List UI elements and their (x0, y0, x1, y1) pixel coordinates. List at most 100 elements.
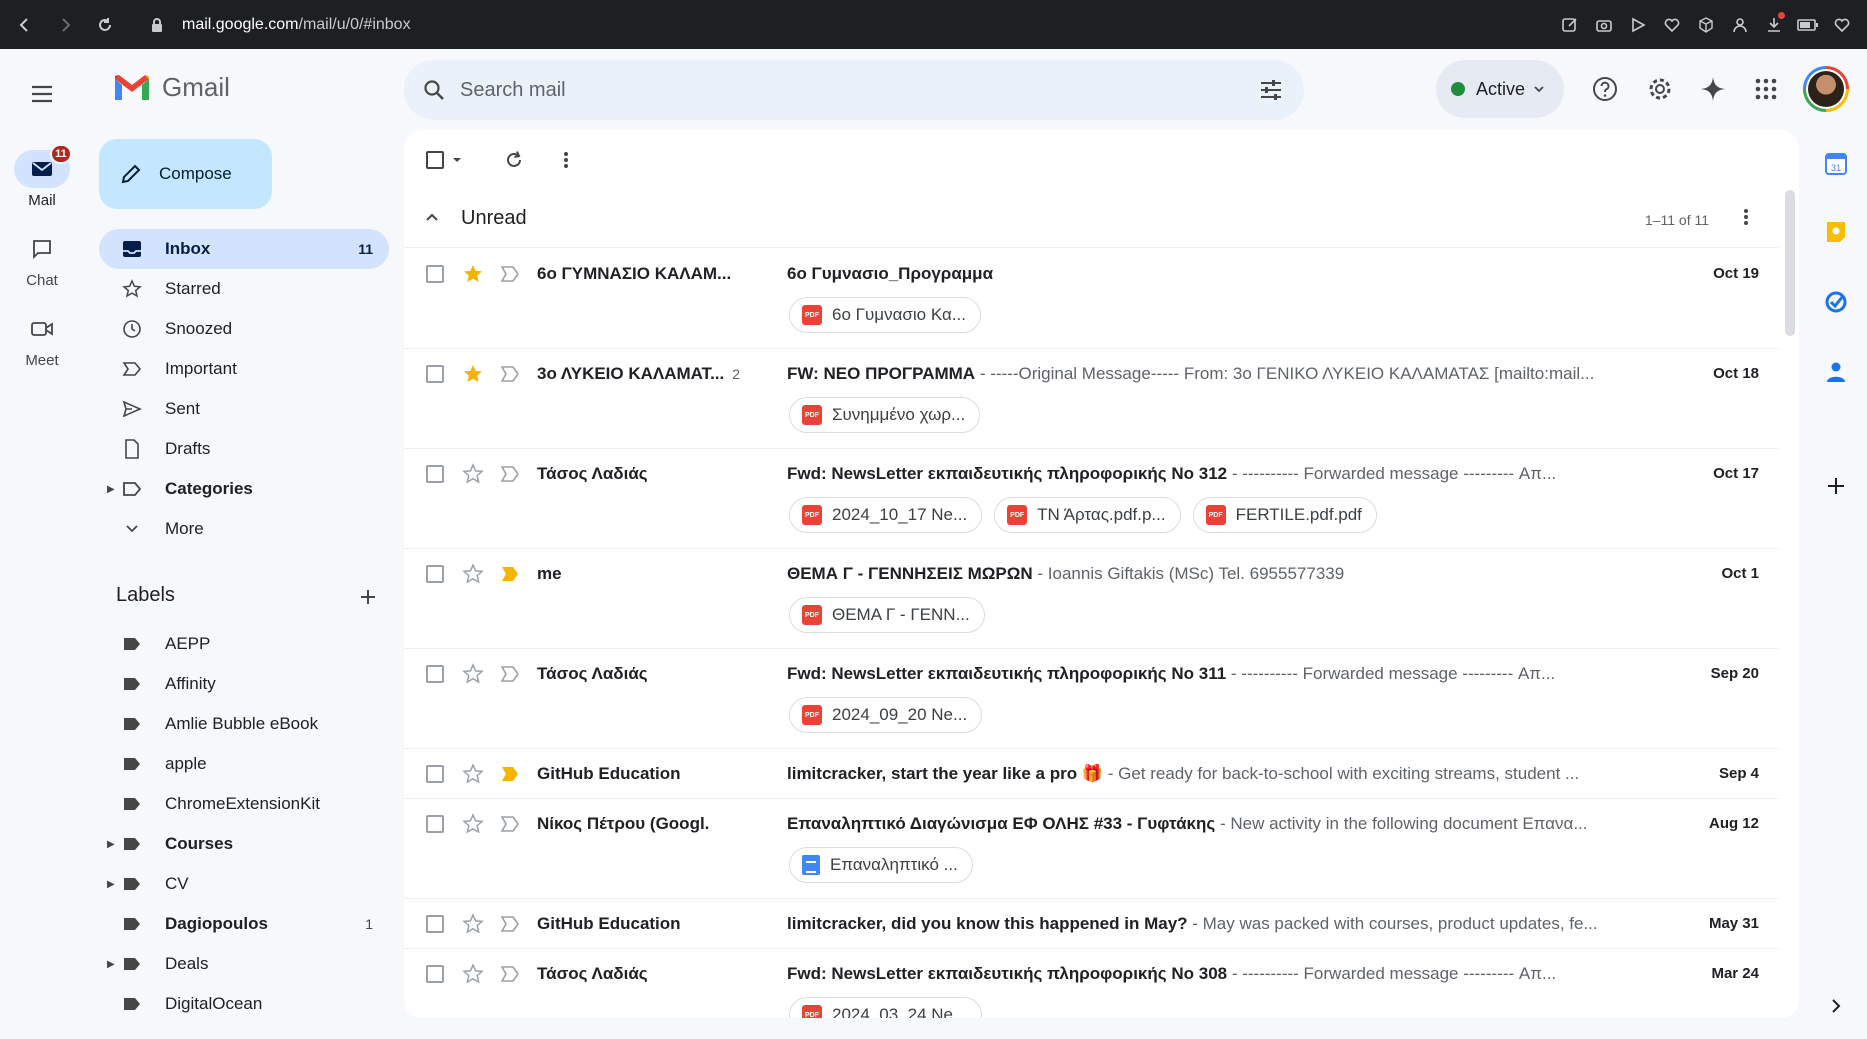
row-checkbox[interactable] (426, 915, 444, 933)
unread-section-header[interactable]: Unread 1–11 of 11 (404, 190, 1779, 248)
status-button[interactable]: Active (1436, 60, 1564, 118)
attachment-chip[interactable]: PDF ΤΝ Άρτας.pdf.p... (994, 497, 1181, 533)
star-outline-icon[interactable] (462, 913, 484, 935)
forward-button[interactable] (50, 10, 80, 40)
get-addons-button[interactable] (1822, 472, 1850, 500)
create-label-button[interactable] (355, 584, 381, 610)
tasks-button[interactable] (1822, 288, 1850, 316)
browser-menu-button[interactable] (1831, 14, 1853, 36)
edit-page-button[interactable] (1559, 14, 1581, 36)
sidebar-item-important[interactable]: Important (99, 349, 389, 389)
star-filled-icon[interactable] (462, 363, 484, 385)
rail-item-mail[interactable]: 11 Mail (0, 144, 84, 209)
email-row[interactable]: Νίκος Πέτρου (Googl. Επαναληπτικό Διαγών… (404, 799, 1779, 899)
star-outline-icon[interactable] (462, 463, 484, 485)
email-row[interactable]: 3ο ΛΥΚΕΙΟ ΚΑΛΑΜΑΤ... 2 FW: ΝΕΟ ΠΡΟΓΡΑΜΜΑ … (404, 349, 1779, 449)
search-bar[interactable] (404, 60, 1304, 120)
important-marker-icon[interactable] (500, 915, 520, 933)
downloads-button[interactable] (1763, 11, 1785, 36)
star-outline-icon[interactable] (462, 563, 484, 585)
more-actions-button[interactable] (554, 148, 578, 172)
star-outline-icon[interactable] (462, 813, 484, 835)
row-checkbox[interactable] (426, 265, 444, 283)
rail-pill-meet[interactable] (14, 310, 70, 348)
refresh-button[interactable] (502, 148, 526, 172)
account-avatar[interactable] (1803, 66, 1849, 112)
attachment-chip[interactable]: PDF ΘΕΜΑ Γ - ΓΕΝΝ... (789, 597, 985, 633)
search-input[interactable] (460, 78, 1240, 102)
star-outline-icon[interactable] (462, 663, 484, 685)
important-marker-icon[interactable] (500, 465, 520, 483)
back-button[interactable] (10, 10, 40, 40)
expand-caret-icon[interactable]: ▶ (107, 959, 115, 970)
email-row[interactable]: GitHub Education limitcracker, did you k… (404, 899, 1779, 949)
profile-button[interactable] (1729, 14, 1751, 36)
expand-panel-button[interactable] (1822, 992, 1850, 1020)
section-options-button[interactable] (1743, 208, 1749, 231)
attachment-chip[interactable]: PDF Συνημμένο χωρ... (789, 397, 981, 433)
label-item-apple[interactable]: apple (99, 744, 389, 784)
search-icon[interactable] (422, 78, 446, 102)
important-marker-icon[interactable] (500, 965, 520, 983)
email-row[interactable]: Τάσος Λαδιάς Fwd: NewsLetter εκπαιδευτικ… (404, 649, 1779, 749)
label-item-dagiopoulos[interactable]: Dagiopoulos 1 (99, 904, 389, 944)
star-outline-icon[interactable] (462, 963, 484, 985)
attachment-chip[interactable]: PDF 2024_03_24 Ne... (789, 997, 983, 1018)
gmail-logo[interactable]: Gmail (112, 72, 230, 103)
star-outline-icon[interactable] (462, 763, 484, 785)
label-item-cv[interactable]: ▶ CV (99, 864, 389, 904)
attachment-chip[interactable]: PDF 2024_10_17 Ne... (789, 497, 983, 533)
label-item-aepp[interactable]: AEPP (99, 624, 389, 664)
screenshot-button[interactable] (1593, 14, 1615, 36)
rail-pill-chat[interactable] (14, 230, 70, 268)
row-checkbox[interactable] (426, 965, 444, 983)
star-filled-icon[interactable] (462, 263, 484, 285)
label-item-digitalocean[interactable]: DigitalOcean (99, 984, 389, 1024)
settings-button[interactable] (1644, 73, 1676, 105)
label-item-amlie-bubble-ebook[interactable]: Amlie Bubble eBook (99, 704, 389, 744)
label-item-courses[interactable]: ▶ Courses (99, 824, 389, 864)
reload-button[interactable] (90, 10, 120, 40)
important-marker-filled-icon[interactable] (500, 565, 520, 583)
email-row[interactable]: 6ο ΓΥΜΝΑΣΙΟ ΚΑΛΑΜ... 6ο Γυμνασιο_Προγραμ… (404, 249, 1779, 349)
sidebar-item-starred[interactable]: Starred (99, 269, 389, 309)
select-all-checkbox[interactable] (426, 148, 462, 172)
collapse-section-button[interactable] (424, 210, 440, 228)
compose-button[interactable]: Compose (99, 139, 272, 209)
sidebar-item-inbox[interactable]: Inbox 11 (99, 229, 389, 269)
contacts-button[interactable] (1822, 358, 1850, 386)
extensions-button[interactable] (1695, 14, 1717, 36)
label-item-chromeextensionkit[interactable]: ChromeExtensionKit (99, 784, 389, 824)
attachment-chip[interactable]: PDF FERTILE.pdf.pdf (1192, 497, 1377, 533)
important-marker-filled-icon[interactable] (500, 765, 520, 783)
main-menu-button[interactable] (24, 76, 60, 112)
email-row[interactable]: Τάσος Λαδιάς Fwd: NewsLetter εκπαιδευτικ… (404, 949, 1779, 1018)
email-row[interactable]: me ΘΕΜΑ Γ - ΓΕΝΝΗΣΕΙΣ ΜΩΡΩΝ - Ioannis Gi… (404, 549, 1779, 649)
important-marker-icon[interactable] (500, 665, 520, 683)
email-row[interactable]: Τάσος Λαδιάς Fwd: NewsLetter εκπαιδευτικ… (404, 449, 1779, 549)
expand-caret-icon[interactable]: ▶ (107, 839, 115, 850)
rail-pill-mail[interactable]: 11 (14, 144, 72, 188)
important-marker-icon[interactable] (500, 815, 520, 833)
row-checkbox[interactable] (426, 365, 444, 383)
battery-indicator[interactable] (1797, 14, 1819, 36)
sidebar-item-drafts[interactable]: Drafts (99, 429, 389, 469)
search-options-button[interactable] (1258, 77, 1284, 108)
sidebar-item-categories[interactable]: ▶ Categories (99, 469, 389, 509)
label-item-affinity[interactable]: Affinity (99, 664, 389, 704)
label-item-deals[interactable]: ▶ Deals (99, 944, 389, 984)
sidebar-item-snoozed[interactable]: Snoozed (99, 309, 389, 349)
important-marker-icon[interactable] (500, 265, 520, 283)
rail-item-chat[interactable]: Chat (0, 230, 84, 289)
address-bar[interactable]: mail.google.com/mail/u/0/#inbox (150, 8, 411, 42)
calendar-button[interactable]: 31 (1822, 150, 1850, 178)
help-button[interactable] (1589, 73, 1621, 105)
row-checkbox[interactable] (426, 815, 444, 833)
expand-caret-icon[interactable]: ▶ (107, 484, 115, 495)
expand-caret-icon[interactable]: ▶ (107, 879, 115, 890)
row-checkbox[interactable] (426, 765, 444, 783)
attachment-chip[interactable]: PDF 2024_09_20 Ne... (789, 697, 983, 733)
sidebar-item-sent[interactable]: Sent (99, 389, 389, 429)
email-row[interactable]: GitHub Education limitcracker, start the… (404, 749, 1779, 799)
row-checkbox[interactable] (426, 565, 444, 583)
